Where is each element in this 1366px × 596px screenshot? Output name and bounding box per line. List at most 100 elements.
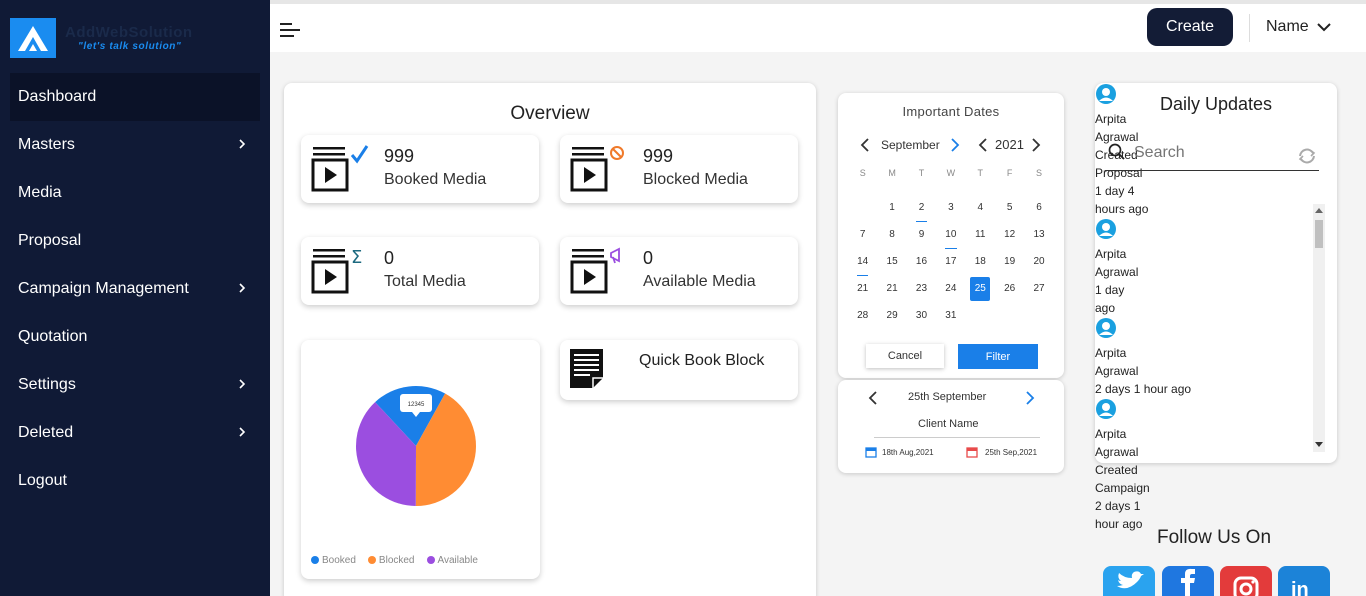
calendar-day[interactable]: 13	[1024, 226, 1053, 253]
calendar-header: September 2021	[838, 137, 1064, 153]
calendar-day[interactable]: 3	[936, 199, 965, 226]
stat-value: 999	[384, 146, 415, 166]
calendar-day[interactable]: 21	[848, 280, 877, 307]
prev-month-icon[interactable]	[860, 138, 870, 152]
media-play-icon	[570, 146, 624, 192]
feed-item-text: Arpita Agrawal	[1095, 346, 1139, 378]
calendar-day[interactable]: 27	[1024, 280, 1053, 307]
scroll-up-icon[interactable]	[1315, 207, 1323, 213]
calendar-day[interactable]: 2	[907, 199, 936, 226]
instagram-icon[interactable]	[1220, 566, 1272, 596]
filter-button[interactable]: Filter	[958, 344, 1038, 369]
calendar-day[interactable]: 29	[877, 307, 906, 334]
stat-card-available[interactable]: 0 Available Media	[560, 237, 798, 305]
calendar-day[interactable]: 16	[907, 253, 936, 280]
quick-book-block-card[interactable]: Quick Book Block	[560, 340, 798, 400]
linkedin-icon[interactable]: in	[1278, 566, 1330, 596]
brand-tagline: "let's talk solution"	[78, 41, 182, 52]
next-date-icon[interactable]	[1025, 391, 1035, 405]
stat-card-total[interactable]: Σ 0 Total Media	[301, 237, 539, 305]
calendar-day	[995, 307, 1024, 334]
quick-book-block-label: Quick Book Block	[639, 352, 765, 369]
sidebar-item-label: Masters	[18, 136, 75, 153]
calendar-day[interactable]: 31	[936, 307, 965, 334]
daily-updates-title: Daily Updates	[1159, 94, 1273, 114]
calendar-day[interactable]: 6	[1024, 199, 1053, 226]
calendar-icon	[966, 447, 978, 458]
calendar-day[interactable]: 9	[907, 226, 936, 253]
prev-year-icon[interactable]	[978, 138, 988, 152]
weekday-label: M	[888, 168, 896, 178]
user-menu[interactable]: Name	[1266, 18, 1331, 36]
create-button[interactable]: Create	[1147, 8, 1233, 46]
search-input[interactable]	[1134, 142, 1284, 164]
chevron-right-icon	[239, 283, 246, 293]
calendar-day[interactable]: 8	[877, 226, 906, 253]
divider	[1249, 14, 1250, 42]
client-name: Client Name	[918, 418, 979, 430]
next-month-icon[interactable]	[950, 138, 960, 152]
chevron-right-icon	[239, 379, 246, 389]
sidebar-item-label: Logout	[18, 472, 67, 489]
scroll-down-icon[interactable]	[1315, 442, 1323, 448]
chevron-right-icon	[239, 139, 246, 149]
media-pie-chart: 12345 Booked Blocked Available	[301, 340, 540, 579]
calendar-week: 7 8 9 10 11 12 13	[848, 226, 1054, 253]
sidebar-item-quotation[interactable]: Quotation	[10, 313, 260, 361]
sidebar-item-masters[interactable]: Masters	[10, 121, 260, 169]
weekday-label: T	[977, 168, 984, 178]
prev-date-icon[interactable]	[868, 391, 878, 405]
media-play-icon: Σ	[311, 247, 362, 294]
sidebar-item-deleted[interactable]: Deleted	[10, 409, 260, 457]
menu-toggle-icon[interactable]	[280, 21, 302, 39]
sidebar-item-settings[interactable]: Settings	[10, 361, 260, 409]
calendar-day[interactable]: 15	[877, 253, 906, 280]
calendar-day[interactable]: 1	[877, 199, 906, 226]
feed-scrollbar[interactable]	[1313, 204, 1325, 452]
cancel-button[interactable]: Cancel	[866, 344, 944, 368]
calendar-day[interactable]: 28	[848, 307, 877, 334]
avatar	[1095, 317, 1337, 344]
brand-logo[interactable]: AddWebSolution "let's talk solution"	[10, 18, 270, 62]
sidebar-item-media[interactable]: Media	[10, 169, 260, 217]
sidebar-item-logout[interactable]: Logout	[10, 457, 260, 505]
calendar-day[interactable]: 14	[848, 253, 877, 280]
facebook-icon[interactable]	[1162, 566, 1214, 596]
calendar-day[interactable]: 11	[966, 226, 995, 253]
calendar-day[interactable]: 17	[936, 253, 965, 280]
calendar-day[interactable]: 24	[936, 280, 965, 307]
calendar-day[interactable]: 4	[966, 199, 995, 226]
calendar-day[interactable]: 7	[848, 226, 877, 253]
calendar-day[interactable]: 21	[877, 280, 906, 307]
svg-text:in: in	[1291, 579, 1309, 596]
twitter-icon[interactable]	[1103, 566, 1155, 596]
calendar-day[interactable]: 23	[907, 280, 936, 307]
calendar-day	[1024, 307, 1053, 334]
calendar-day[interactable]: 26	[995, 280, 1024, 307]
sidebar-item-campaign-management[interactable]: Campaign Management	[10, 265, 260, 313]
calendar-day[interactable]: 10	[936, 226, 965, 253]
calendar-day[interactable]: 30	[907, 307, 936, 334]
calendar-day[interactable]: 18	[966, 253, 995, 280]
topbar: Create Name	[270, 0, 1366, 52]
legend-item-booked[interactable]: Booked	[311, 555, 356, 566]
calendar-day[interactable]: 20	[1024, 253, 1053, 280]
sidebar-item-dashboard[interactable]: Dashboard	[10, 73, 260, 121]
next-year-icon[interactable]	[1031, 138, 1041, 152]
refresh-icon[interactable]	[1296, 147, 1318, 165]
legend-item-available[interactable]: Available	[426, 555, 478, 566]
stat-card-booked[interactable]: 999 Booked Media	[301, 135, 539, 203]
calendar-day[interactable]: 25	[966, 277, 995, 307]
chevron-right-icon	[239, 427, 246, 437]
scrollbar-thumb[interactable]	[1315, 220, 1323, 248]
calendar-day[interactable]: 19	[995, 253, 1024, 280]
stat-card-blocked[interactable]: 999 Blocked Media	[560, 135, 798, 203]
event-date: 25th September	[908, 391, 987, 403]
megaphone-icon	[610, 247, 620, 264]
calendar-week: 28 29 30 31	[848, 307, 1054, 334]
legend-item-blocked[interactable]: Blocked	[367, 555, 415, 566]
media-play-icon	[311, 145, 369, 192]
calendar-day[interactable]: 12	[995, 226, 1024, 253]
calendar-day[interactable]: 5	[995, 199, 1024, 226]
sidebar-item-proposal[interactable]: Proposal	[10, 217, 260, 265]
